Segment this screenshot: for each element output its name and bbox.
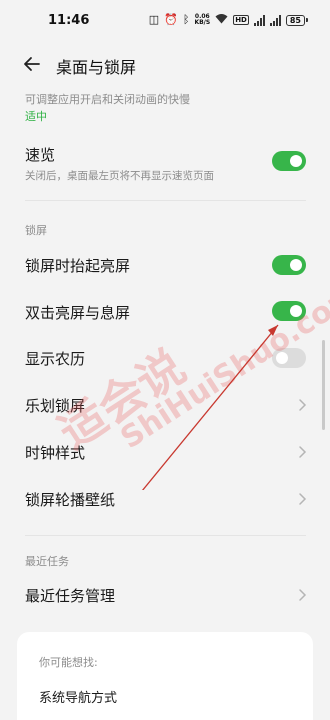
network-speed: 0.06 KB/S	[194, 14, 210, 26]
network-speed-unit: KB/S	[194, 19, 211, 26]
battery-icon: 85	[285, 14, 308, 26]
setting-item-double-tap[interactable]: 双击亮屏与息屏	[0, 297, 330, 327]
nfc-icon: ◫	[148, 13, 160, 26]
setting-item-wallpaper-carousel[interactable]: 锁屏轮播壁纸	[0, 484, 330, 514]
setting-item-title: 最近任务管理	[25, 587, 116, 605]
suolan-toggle[interactable]	[272, 151, 306, 171]
lunar-calendar-toggle[interactable]	[272, 348, 306, 368]
setting-item-title: 锁屏轮播壁纸	[25, 491, 116, 509]
signal-icon-2	[269, 14, 281, 26]
page-title: 桌面与锁屏	[56, 58, 137, 77]
setting-item-title: 乐划锁屏	[25, 397, 86, 415]
hd-icon: HD	[233, 15, 249, 25]
setting-item-title: 速览	[25, 146, 56, 164]
signal-icon	[253, 14, 265, 26]
status-bar: 11:46 ◫ ⏰ ᛒ 0.06 KB/S HD 85	[0, 0, 330, 40]
double-tap-toggle[interactable]	[272, 301, 306, 321]
setting-item-title: 双击亮屏与息屏	[25, 304, 131, 322]
chevron-right-icon	[299, 589, 307, 601]
animation-speed-value[interactable]: 适中	[25, 108, 47, 124]
setting-item-raise-to-wake[interactable]: 锁屏时抬起亮屏	[0, 250, 330, 280]
divider	[25, 200, 306, 201]
status-time: 11:46	[48, 12, 90, 28]
setting-item-recent-tasks[interactable]: 最近任务管理	[0, 580, 330, 610]
setting-item-desc: 关闭后，桌面最左页将不再显示速览页面	[25, 170, 214, 182]
setting-item-suolan[interactable]: 速览 关闭后，桌面最左页将不再显示速览页面	[0, 138, 330, 188]
section-label-recent: 最近任务	[25, 555, 69, 568]
setting-item-title: 锁屏时抬起亮屏	[25, 257, 131, 275]
battery-level: 85	[285, 14, 305, 26]
chevron-right-icon	[299, 493, 307, 505]
chevron-right-icon	[299, 446, 307, 458]
setting-item-title: 显示农历	[25, 350, 86, 368]
setting-item-lehua-lockscreen[interactable]: 乐划锁屏	[0, 390, 330, 420]
setting-item-title: 时钟样式	[25, 444, 86, 462]
back-button[interactable]	[22, 54, 42, 74]
scrollbar[interactable]	[322, 340, 325, 430]
setting-item-lunar-calendar[interactable]: 显示农历	[0, 343, 330, 373]
setting-item-clock-style[interactable]: 时钟样式	[0, 437, 330, 467]
bluetooth-icon: ᛒ	[182, 13, 190, 26]
wifi-icon	[215, 13, 228, 27]
suggestion-card: 你可能想找: 系统导航方式	[17, 632, 313, 720]
alarm-icon: ⏰	[164, 13, 178, 26]
arrow-left-icon	[24, 57, 40, 71]
animation-speed-desc: 可调整应用开启和关闭动画的快慢	[25, 93, 190, 106]
chevron-right-icon	[299, 399, 307, 411]
divider	[25, 535, 306, 536]
raise-to-wake-toggle[interactable]	[272, 255, 306, 275]
page-header: 桌面与锁屏	[0, 40, 330, 88]
section-label-lock: 锁屏	[25, 224, 47, 237]
status-icons: ◫ ⏰ ᛒ 0.06 KB/S HD 85	[149, 13, 308, 27]
suggestion-label: 你可能想找:	[39, 656, 98, 669]
suggestion-item[interactable]: 系统导航方式	[39, 687, 117, 706]
